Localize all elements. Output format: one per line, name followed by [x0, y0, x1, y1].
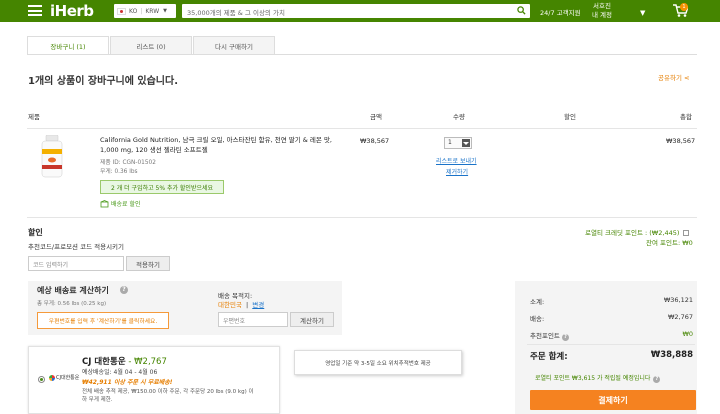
account-menu[interactable]: 서호진 내 계정 — [592, 2, 612, 20]
promo-banner[interactable]: 2 개 더 구입하고 5% 추가 할인받으세요 — [100, 180, 224, 194]
subtotal-label: 소계: — [530, 298, 545, 306]
quantity-select[interactable]: 1 — [444, 137, 472, 149]
menu-icon[interactable] — [28, 5, 42, 16]
support-link[interactable]: 24/7 고객지원 — [540, 7, 581, 17]
carrier-name: CJ 대한통운 - ₩2,767 — [82, 355, 167, 367]
cj-logo-text: CJ대한통운 — [56, 375, 80, 381]
promo-code-input[interactable]: 코드 입력하기 — [28, 256, 124, 271]
carrier-radio[interactable] — [38, 376, 45, 383]
user-greeting: 서호진 — [593, 2, 611, 10]
carrier-price: ₩2,767 — [134, 357, 167, 367]
item-price: ₩38,567 — [360, 137, 390, 145]
destination-country: 대한민국 — [218, 301, 242, 309]
calculate-button[interactable]: 계산하기 — [290, 312, 334, 327]
divider — [27, 128, 697, 129]
box-icon — [100, 199, 109, 207]
column-product: 제품 — [28, 113, 40, 121]
product-name-link[interactable]: California Gold Nutrition, 남극 크릴 오일, 아스타… — [100, 136, 332, 155]
checkout-button[interactable]: 결제하기 — [530, 390, 696, 410]
currency-code: KRW — [145, 7, 160, 15]
order-total-value: ₩38,888 — [650, 350, 693, 360]
cart-tabs: 장바구니 (1) 리스트 (0) 다시 구매하기 — [27, 36, 276, 55]
quantity-value: 1 — [448, 139, 452, 146]
tab-buy-again[interactable]: 다시 구매하기 — [193, 36, 275, 54]
carrier-detail-2: 하 무게 제한. — [82, 397, 113, 403]
zip-warning: 우편번호를 입력 후 '계산하기'를 클릭하세요. — [37, 312, 169, 329]
locale-code: KO — [129, 7, 138, 15]
move-to-list-link[interactable]: 리스트로 보내기 — [436, 156, 477, 165]
apply-code-button[interactable]: 적용하기 — [126, 256, 170, 271]
shipping-tag-label: 배송료 할인 — [111, 201, 141, 208]
referral-value: ₩0 — [682, 330, 693, 338]
carrier-info-tooltip: 영업일 기준 약 3-5일 소요 위치추적번호 제공 — [294, 350, 462, 375]
discount-subtitle: 추천코드/프로모션 코드 적용시키기 — [28, 243, 125, 251]
share-icon: ⋖ — [684, 74, 690, 82]
shipping-label: 배송: — [530, 315, 545, 323]
referral-label: 추천포인트 ? — [530, 330, 569, 341]
korea-flag-icon — [117, 7, 126, 15]
zip-input[interactable]: 우편번호 — [218, 312, 288, 327]
share-link[interactable]: 공유하기 ⋖ — [658, 72, 689, 82]
account-label: 내 계정 — [592, 11, 613, 19]
shipping-estimator-title: 예상 배송료 계산하기 — [37, 286, 109, 295]
divider — [527, 344, 695, 345]
carrier-separator: - — [125, 357, 135, 367]
locale-selector[interactable]: KO | KRW ▼ — [114, 4, 176, 18]
help-icon[interactable]: ? — [561, 334, 569, 341]
column-price: 금액 — [370, 113, 382, 121]
order-total-label: 주문 합계: — [530, 352, 568, 362]
subtotal-value: ₩36,121 — [663, 296, 693, 304]
help-icon[interactable]: ? — [653, 376, 661, 383]
page-title: 1개의 상품이 장바구니에 있습니다. — [28, 76, 179, 87]
site-logo[interactable]: iHerb — [50, 2, 94, 20]
referral-label-text: 추천포인트 — [530, 332, 560, 340]
total-weight: 총 무게: 0.56 lbs (0.25 kg) — [37, 301, 107, 307]
product-id: 제품 ID: CGN-01502 — [100, 160, 156, 166]
cj-logo: CJ대한통운 — [49, 374, 79, 381]
column-total: 총합 — [680, 113, 692, 121]
tab-list[interactable]: 리스트 (0) — [110, 36, 192, 54]
search-input[interactable]: 35,000개의 제품 & 그 이상의 가치 — [182, 4, 530, 18]
help-icon[interactable]: ? — [120, 286, 128, 294]
shipping-saver-tag: 배송료 할인 — [100, 199, 141, 208]
loyalty-points-text: 로열티 포인트 ₩3,615 가 적립될 예정입니다 — [535, 375, 651, 382]
product-weight: 무게: 0.36 lbs — [100, 169, 138, 175]
zip-placeholder: 우편번호 — [223, 318, 246, 325]
column-qty: 수량 — [453, 113, 465, 121]
free-shipping-note: ₩42,911 이상 주문 시 무료배송! — [82, 379, 173, 386]
chevron-down-icon — [462, 139, 470, 147]
checkbox-icon[interactable] — [683, 230, 690, 236]
destination-value: 대한민국 | 변경 — [218, 299, 264, 309]
cart-count-badge: 1 — [680, 3, 688, 11]
loyalty-credit: 로열티 크레딧 포인트 : (₩2,445) — [585, 227, 690, 237]
remaining-points: 잔여 포인트: ₩0 — [646, 237, 693, 247]
carrier-eta: 예상배송일: 4월 04 - 4월 06 — [82, 369, 158, 376]
tab-cart[interactable]: 장바구니 (1) — [27, 36, 109, 55]
chevron-down-icon[interactable]: ▼ — [640, 9, 645, 17]
loyalty-points-note: 로열티 포인트 ₩3,615 가 적립될 예정입니다 ? — [535, 373, 661, 383]
search-icon[interactable] — [517, 6, 526, 15]
loyalty-credit-text: 로열티 크레딧 포인트 : (₩2,445) — [585, 229, 680, 237]
shipping-value: ₩2,767 — [667, 313, 693, 321]
product-image[interactable] — [38, 135, 66, 179]
promo-code-placeholder: 코드 입력하기 — [33, 262, 69, 269]
cj-logo-icon — [49, 374, 55, 381]
chevron-down-icon: ▼ — [163, 8, 168, 14]
destination-separator: | — [246, 301, 249, 309]
remaining-points-text: 잔여 포인트: ₩0 — [646, 239, 693, 247]
search-placeholder: 35,000개의 제품 & 그 이상의 가치 — [187, 9, 285, 17]
change-destination-link[interactable]: 변경 — [252, 301, 264, 309]
tab-divider — [27, 54, 697, 55]
carrier-name-text: CJ 대한통운 — [82, 357, 126, 367]
remove-link[interactable]: 제거하기 — [446, 167, 468, 176]
carrier-detail: 전체 배송 추적 제공, ₩150.00 이하 주문, 각 주문당 20 lbs… — [82, 389, 254, 395]
item-total: ₩38,567 — [666, 137, 696, 145]
discount-title: 할인 — [28, 228, 43, 237]
top-header: iHerb KO | KRW ▼ 35,000개의 제품 & 그 이상의 가치 … — [0, 0, 720, 22]
column-discount: 할인 — [564, 113, 576, 121]
share-label: 공유하기 — [658, 74, 682, 82]
divider — [27, 217, 697, 218]
